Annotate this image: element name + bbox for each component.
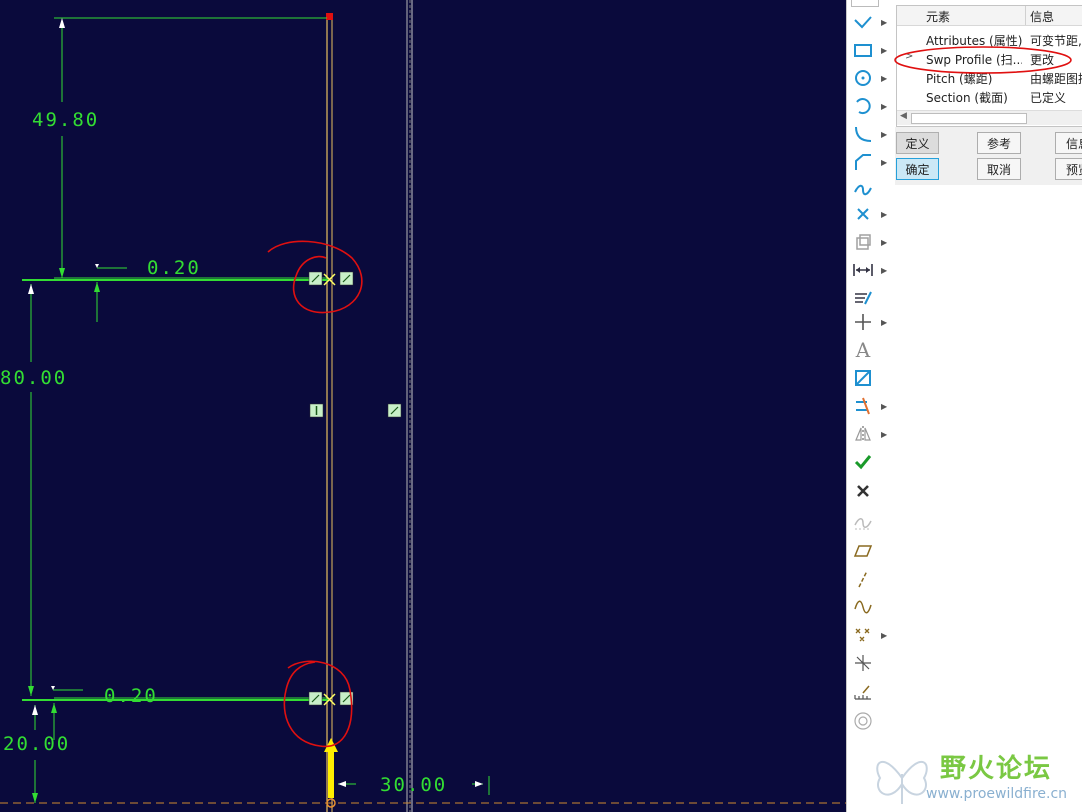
dim-30-00[interactable]: 30.00 — [380, 774, 447, 796]
constraint-icon — [851, 310, 875, 334]
chamfer-icon — [851, 150, 875, 174]
chevron-right-icon[interactable]: ▶ — [881, 402, 887, 411]
chevron-right-icon[interactable]: ▶ — [881, 318, 887, 327]
offset-tool[interactable]: ▶ — [851, 229, 891, 255]
point-tool[interactable]: ▶ — [851, 201, 891, 227]
watermark-url: www.proewildfire.cn — [926, 786, 1068, 802]
chevron-right-icon[interactable]: ▶ — [881, 238, 887, 247]
scroll-left-icon[interactable]: ◀ — [900, 111, 907, 121]
column-header-element: 元素 — [926, 10, 951, 24]
palette-tool[interactable] — [851, 365, 891, 391]
circle-tool[interactable]: ▶ — [851, 65, 891, 91]
trim-icon — [851, 394, 875, 418]
scrollbar-thumb[interactable] — [911, 113, 1027, 124]
text-icon: A — [855, 338, 871, 362]
chevron-right-icon[interactable]: ▶ — [881, 102, 887, 111]
arc-icon — [851, 94, 875, 118]
forum-watermark: 野火论坛 www.proewildfire.cn — [872, 742, 1082, 812]
chamfer-tool[interactable]: ▶ — [851, 149, 891, 175]
curve-icon — [851, 511, 875, 535]
spline-tool[interactable] — [851, 177, 891, 203]
fillet-tool[interactable]: ▶ — [851, 121, 891, 147]
helix-definition-panel: 元素 信息 Attributes (属性) 可变节距, > Swp Profil… — [894, 0, 1082, 812]
chevron-right-icon[interactable]: ▶ — [881, 130, 887, 139]
button-area: 定义 参考 信息 确定 取消 预览 — [895, 127, 1082, 185]
accept-tool[interactable] — [851, 449, 891, 475]
dim-0-20-lower[interactable]: 0.20 — [104, 685, 158, 707]
modify-icon — [851, 286, 875, 310]
watermark-title: 野火论坛 — [940, 754, 1053, 784]
chevron-right-icon[interactable]: ▶ — [881, 266, 887, 275]
fillet-icon — [851, 122, 875, 146]
chevron-right-icon[interactable]: ▶ — [881, 46, 887, 55]
constraint-tool[interactable]: ▶ — [851, 309, 891, 335]
dimension-icon — [851, 258, 875, 282]
region-icon — [851, 709, 875, 733]
chevron-right-icon[interactable]: ▶ — [881, 430, 887, 439]
chevron-right-icon[interactable]: ▶ — [881, 210, 887, 219]
info-button[interactable]: 信息 — [1055, 132, 1082, 154]
wave-tool[interactable] — [851, 594, 891, 620]
offset-icon — [851, 230, 875, 254]
arc-tool[interactable]: ▶ — [851, 93, 891, 119]
red-annotation-ellipse — [894, 46, 1072, 74]
construction-line-tool[interactable] — [851, 566, 891, 592]
accept-icon — [851, 450, 875, 474]
palette-icon — [851, 366, 875, 390]
reference-button[interactable]: 参考 — [977, 132, 1021, 154]
table-header: 元素 信息 — [897, 6, 1082, 26]
text-tool[interactable]: A — [851, 337, 891, 363]
mirror-tool[interactable]: ▶ — [851, 421, 891, 447]
dim-0-20-upper[interactable]: 0.20 — [147, 257, 201, 279]
construction-line-icon — [851, 567, 875, 591]
preview-button[interactable]: 预览 — [1055, 158, 1082, 180]
dim-80-00[interactable]: 80.00 — [0, 367, 67, 389]
cancel-icon — [851, 479, 875, 503]
sketch-toolbar: ▶ ▶ ▶ ▶ ▶ ▶ ▶ ▶ ▶ ▶ A ▶ ▶ ▶ — [846, 0, 895, 812]
chevron-right-icon[interactable]: ▶ — [881, 74, 887, 83]
coordinate-system-tool[interactable] — [851, 650, 891, 676]
ruler-icon — [851, 681, 875, 705]
sketch-drawing: 49.80 0.20 80.00 0.20 20.00 30.00 — [0, 0, 846, 812]
horizontal-scrollbar[interactable]: ◀ — [897, 110, 1082, 125]
ruler-tool[interactable] — [851, 680, 891, 706]
coordinate-system-icon — [851, 651, 875, 675]
ok-button[interactable]: 确定 — [896, 158, 939, 180]
chevron-right-icon[interactable]: ▶ — [881, 631, 887, 640]
line-tool[interactable]: ▶ — [851, 9, 891, 35]
parallelogram-icon — [851, 539, 875, 563]
rectangle-icon — [851, 38, 875, 62]
chevron-right-icon[interactable]: ▶ — [881, 18, 887, 27]
parallelogram-tool[interactable] — [851, 538, 891, 564]
define-button[interactable]: 定义 — [896, 132, 939, 154]
column-header-info: 信息 — [1030, 10, 1055, 24]
cancel-tool[interactable] — [851, 478, 891, 504]
rectangle-tool[interactable]: ▶ — [851, 37, 891, 63]
spline-icon — [851, 178, 875, 202]
construction-point-tool[interactable]: ▶ — [851, 622, 891, 648]
chevron-right-icon[interactable]: ▶ — [881, 158, 887, 167]
region-tool[interactable] — [851, 708, 891, 734]
point-icon — [851, 202, 875, 226]
cancel-button[interactable]: 取消 — [977, 158, 1021, 180]
line-icon — [851, 10, 875, 34]
curve-tool[interactable] — [851, 510, 891, 536]
wave-icon — [851, 595, 875, 619]
dim-49-80[interactable]: 49.80 — [32, 109, 99, 131]
circle-icon — [851, 66, 875, 90]
mirror-icon — [851, 422, 875, 446]
construction-point-icon — [851, 623, 875, 647]
modify-tool[interactable] — [851, 285, 891, 311]
dimension-tool[interactable]: ▶ — [851, 257, 891, 283]
trim-tool[interactable]: ▶ — [851, 393, 891, 419]
butterfly-logo-icon — [876, 760, 928, 804]
sketch-canvas[interactable]: 49.80 0.20 80.00 0.20 20.00 30.00 — [0, 0, 846, 812]
dim-20-00[interactable]: 20.00 — [3, 733, 70, 755]
